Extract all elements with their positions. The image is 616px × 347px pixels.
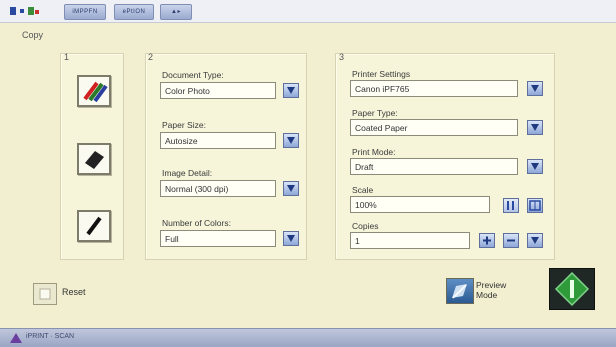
tab-extra[interactable]: ▲▸ bbox=[160, 4, 192, 20]
reset-label[interactable]: Reset bbox=[62, 287, 86, 297]
paper-type-field[interactable]: Coated Paper bbox=[350, 119, 518, 136]
fit-width-button[interactable] bbox=[503, 198, 519, 213]
minus-icon bbox=[507, 239, 515, 242]
paper-type-label: Paper Type: bbox=[352, 108, 398, 118]
color-mode-button[interactable] bbox=[77, 75, 111, 107]
reset-icon bbox=[39, 288, 51, 300]
start-button[interactable] bbox=[549, 268, 595, 310]
panel-number-2: 2 bbox=[148, 52, 154, 62]
grayscale-mode-button[interactable] bbox=[77, 143, 111, 175]
chevron-down-icon bbox=[531, 124, 539, 131]
document-type-label: Document Type: bbox=[162, 70, 224, 80]
plus-icon bbox=[483, 236, 491, 245]
printer-settings-label: Printer Settings bbox=[352, 69, 411, 79]
pen-icon bbox=[86, 216, 102, 236]
app-status-icon bbox=[10, 333, 22, 343]
tab-print[interactable]: iMPPFN bbox=[64, 4, 106, 20]
number-of-colors-field[interactable]: Full bbox=[160, 230, 276, 247]
start-icon bbox=[554, 271, 590, 307]
printer-field[interactable]: Canon iPF765 bbox=[350, 80, 518, 97]
scale-field[interactable]: 100% bbox=[350, 196, 490, 213]
paper-type-dropdown-button[interactable] bbox=[527, 120, 543, 135]
preview-mode-button[interactable] bbox=[446, 278, 474, 304]
copy-label: Copy bbox=[22, 30, 44, 40]
chevron-down-icon bbox=[531, 163, 539, 170]
copies-dropdown-button[interactable] bbox=[527, 233, 543, 248]
copies-decrement-button[interactable] bbox=[503, 233, 519, 248]
image-detail-label: Image Detail: bbox=[162, 168, 213, 178]
status-bar: iPRINT · SCAN bbox=[0, 328, 616, 347]
document-type-field[interactable]: Color Photo bbox=[160, 82, 276, 99]
document-type-dropdown-button[interactable] bbox=[283, 83, 299, 98]
panel-number-3: 3 bbox=[339, 52, 345, 62]
preview-icon bbox=[452, 284, 467, 299]
paper-size-label: Paper Size: bbox=[162, 120, 206, 130]
fit-page-button[interactable] bbox=[527, 198, 543, 213]
number-of-colors-label: Number of Colors: bbox=[162, 218, 231, 228]
chevron-down-icon bbox=[287, 235, 295, 242]
color-pencils-icon bbox=[83, 81, 108, 103]
fit-page-icon bbox=[529, 200, 541, 211]
printer-dropdown-button[interactable] bbox=[527, 81, 543, 96]
top-toolbar: iMPPFN ePtION ▲▸ bbox=[0, 0, 616, 23]
chevron-down-icon bbox=[287, 137, 295, 144]
copies-field[interactable]: 1 bbox=[350, 232, 470, 249]
paper-size-dropdown-button[interactable] bbox=[283, 133, 299, 148]
image-detail-field[interactable]: Normal (300 dpi) bbox=[160, 180, 276, 197]
panel-number-1: 1 bbox=[64, 52, 70, 62]
number-of-colors-dropdown-button[interactable] bbox=[283, 231, 299, 246]
preview-mode-label[interactable]: Preview Mode bbox=[476, 280, 516, 300]
tab-options[interactable]: ePtION bbox=[114, 4, 154, 20]
reset-button[interactable] bbox=[33, 283, 57, 305]
chevron-down-icon bbox=[287, 87, 295, 94]
paper-size-field[interactable]: Autosize bbox=[160, 132, 276, 149]
chevron-down-icon bbox=[531, 237, 539, 244]
print-mode-field[interactable]: Draft bbox=[350, 158, 518, 175]
print-mode-label: Print Mode: bbox=[352, 147, 396, 157]
status-text: iPRINT · SCAN bbox=[26, 333, 75, 340]
copies-label: Copies bbox=[352, 221, 379, 231]
line-mode-button[interactable] bbox=[77, 210, 111, 242]
copies-increment-button[interactable] bbox=[479, 233, 495, 248]
image-detail-dropdown-button[interactable] bbox=[283, 181, 299, 196]
print-mode-dropdown-button[interactable] bbox=[527, 159, 543, 174]
chevron-down-icon bbox=[531, 85, 539, 92]
fit-width-icon bbox=[507, 201, 514, 210]
app-logo-icon bbox=[10, 7, 39, 15]
scale-label: Scale bbox=[352, 185, 374, 195]
gray-block-icon bbox=[85, 151, 104, 169]
chevron-down-icon bbox=[287, 185, 295, 192]
